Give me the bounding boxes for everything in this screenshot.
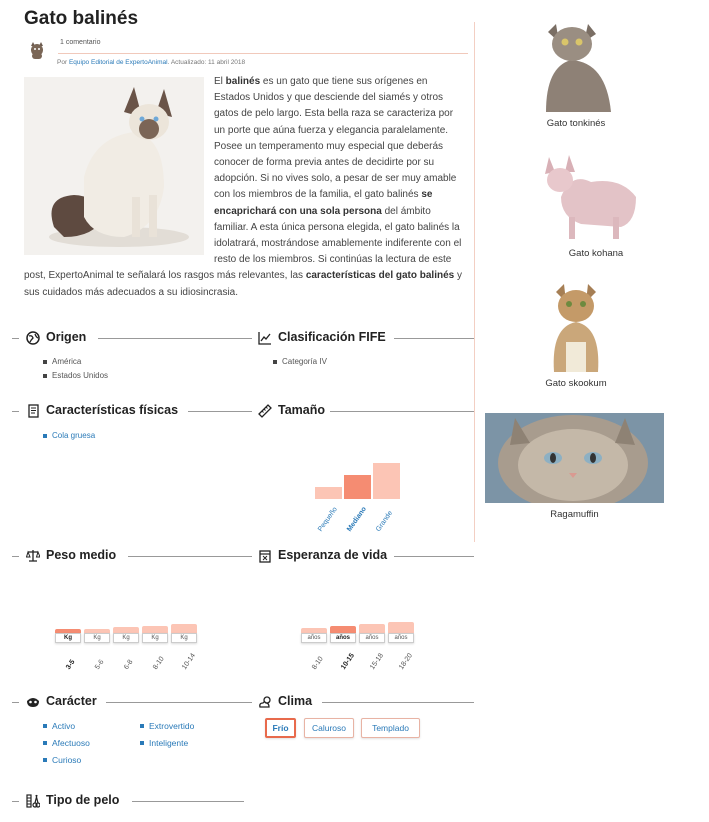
list-item[interactable]: Cola gruesa bbox=[43, 429, 95, 443]
article-meta: Por Equipo Editorial de ExpertoAnimal. A… bbox=[57, 59, 245, 66]
range-label: 3-5 bbox=[65, 658, 77, 672]
unit-tag: años bbox=[301, 633, 327, 643]
article-main: Gato balinés 1 comentario Por Equipo Edi… bbox=[0, 0, 475, 822]
list-item: América bbox=[43, 355, 108, 369]
related-card[interactable]: Gato skookum bbox=[516, 282, 636, 389]
esperanza-title: Esperanza de vida bbox=[278, 548, 388, 562]
section-pelo: Tipo de pelo bbox=[12, 793, 244, 809]
mask-icon bbox=[27, 698, 39, 707]
list-item[interactable]: Afectuoso bbox=[43, 736, 90, 753]
page-title: Gato balinés bbox=[24, 8, 139, 29]
skookum-cat-image bbox=[546, 282, 606, 372]
size-label: Grande bbox=[375, 509, 395, 534]
origen-list: América Estados Unidos bbox=[43, 355, 108, 383]
unit-tag: años bbox=[330, 633, 356, 643]
unit-tag: años bbox=[388, 633, 414, 643]
related-name: Gato kohana bbox=[568, 248, 624, 259]
unit-tag: Kg bbox=[55, 633, 81, 643]
size-bar bbox=[344, 475, 371, 499]
section-fisicas: Características físicas bbox=[12, 403, 252, 419]
size-label: Pequeño bbox=[317, 506, 339, 534]
clima-title: Clima bbox=[278, 694, 313, 708]
list-item: Estados Unidos bbox=[43, 369, 108, 383]
related-card[interactable]: Gato tonkinés bbox=[516, 22, 636, 129]
range-label: 15-18 bbox=[369, 652, 386, 672]
weather-icon bbox=[259, 696, 271, 708]
clima-chip-templado[interactable]: Templado bbox=[361, 718, 420, 738]
list-item[interactable]: Activo bbox=[43, 719, 90, 736]
comments-link[interactable]: 1 comentario bbox=[60, 39, 100, 46]
range-label: 6-8 bbox=[123, 658, 135, 672]
size-bar bbox=[373, 463, 400, 499]
section-esperanza: Esperanza de vida bbox=[244, 548, 474, 564]
fisicas-list: Cola gruesa bbox=[43, 429, 95, 443]
unit-tag: Kg bbox=[171, 633, 197, 643]
caracter-list-2: Extrovertido Inteligente bbox=[140, 719, 194, 753]
section-caracter: Carácter bbox=[12, 694, 252, 710]
related-name: Ragamuffin bbox=[550, 509, 599, 520]
size-bar bbox=[315, 487, 342, 499]
scale-icon bbox=[26, 550, 40, 562]
scroll-icon bbox=[28, 404, 39, 418]
unit-tag: Kg bbox=[113, 633, 139, 643]
related-card[interactable]: Ragamuffin bbox=[485, 413, 664, 520]
cat-avatar-icon bbox=[31, 42, 43, 59]
tamano-title: Tamaño bbox=[278, 403, 325, 417]
section-tamano: Tamaño bbox=[244, 403, 474, 419]
globe-icon bbox=[26, 331, 40, 345]
size-label: Mediano bbox=[346, 505, 369, 534]
section-peso: Peso medio bbox=[12, 548, 252, 564]
pelo-title: Tipo de pelo bbox=[46, 793, 120, 807]
column-divider bbox=[474, 22, 475, 542]
author-prefix: Por bbox=[57, 59, 68, 66]
author-link[interactable]: Equipo Editorial de ExpertoAnimal bbox=[69, 59, 168, 66]
range-label: 5-6 bbox=[94, 658, 106, 672]
range-label: 10-15 bbox=[340, 652, 357, 672]
calendar-icon bbox=[259, 550, 271, 563]
meta-divider bbox=[58, 53, 468, 54]
updated-date: . Actualizado: 11 abril 2018 bbox=[167, 59, 246, 66]
list-item[interactable]: Curioso bbox=[43, 753, 90, 770]
list-item: Categoría IV bbox=[273, 355, 327, 369]
intro-emphasis: características del gato balinés bbox=[305, 270, 455, 282]
caracter-list-1: Activo Afectuoso Curioso bbox=[43, 719, 90, 770]
range-label: 8-10 bbox=[152, 655, 166, 672]
unit-tag: Kg bbox=[142, 633, 168, 643]
ragamuffin-cat-image bbox=[485, 413, 664, 503]
ruler-icon bbox=[258, 404, 272, 418]
fisicas-title: Características físicas bbox=[46, 403, 179, 417]
list-item[interactable]: Inteligente bbox=[140, 736, 194, 753]
related-card[interactable]: Gato kohana bbox=[516, 152, 676, 259]
fife-title: Clasificación FIFE bbox=[278, 330, 386, 344]
intro-paragraph: El balinés es un gato que tiene sus oríg… bbox=[24, 74, 464, 301]
intro-text: es un gato que tiene sus orígenes en Est… bbox=[214, 76, 457, 201]
unit-tag: Kg bbox=[84, 633, 110, 643]
range-label: 18-20 bbox=[398, 652, 415, 672]
list-item[interactable]: Extrovertido bbox=[140, 719, 194, 736]
related-name: Gato skookum bbox=[545, 378, 607, 389]
kohana-cat-image bbox=[541, 152, 651, 242]
line-chart-icon bbox=[258, 332, 271, 345]
origen-title: Origen bbox=[46, 330, 87, 344]
comb-scissors-icon bbox=[26, 794, 40, 808]
peso-title: Peso medio bbox=[46, 548, 117, 562]
clima-chip-frio[interactable]: Frío bbox=[265, 718, 296, 738]
caracter-title: Carácter bbox=[46, 694, 97, 708]
section-fife: Clasificación FIFE bbox=[244, 330, 474, 346]
intro-text: El bbox=[214, 76, 226, 87]
section-origen: Origen bbox=[12, 330, 252, 346]
intro-emphasis: balinés bbox=[225, 76, 261, 87]
related-sidebar: Gato tonkinés Gato kohana Gato skookum R… bbox=[476, 0, 709, 822]
section-clima: Clima bbox=[244, 694, 474, 710]
range-label: 10-14 bbox=[181, 652, 198, 672]
range-label: 8-10 bbox=[311, 655, 325, 672]
clima-chip-caluroso[interactable]: Caluroso bbox=[304, 718, 354, 738]
unit-tag: años bbox=[359, 633, 385, 643]
related-name: Gato tonkinés bbox=[546, 118, 606, 129]
tonkinese-cat-image bbox=[526, 22, 626, 112]
fife-list: Categoría IV bbox=[273, 355, 327, 369]
